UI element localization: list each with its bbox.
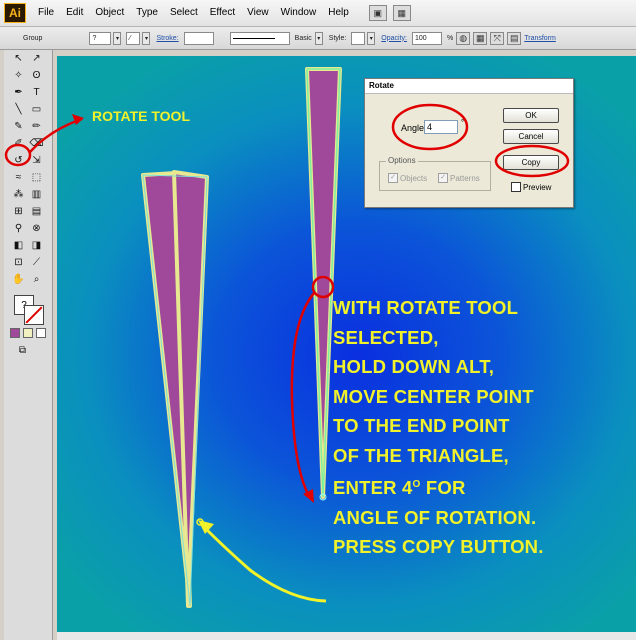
patterns-checkbox[interactable]: ✓ Patterns	[438, 173, 480, 183]
rotate-tool-arrow	[29, 114, 84, 153]
patterns-label: Patterns	[450, 173, 480, 183]
copy-button[interactable]: Copy	[503, 155, 559, 170]
rotate-tool-highlight-circle	[4, 143, 32, 167]
preview-label: Preview	[523, 182, 552, 192]
objects-label: Objects	[400, 173, 428, 183]
checkbox-check-icon: ✓	[438, 173, 448, 183]
degree-symbol: °	[461, 118, 465, 127]
triangle-endpoint-arrow	[196, 518, 327, 603]
instructions-annotation: WITH ROTATE TOOL SELECTED, HOLD DOWN ALT…	[333, 293, 636, 562]
checkbox-box	[511, 182, 521, 192]
instruction-line: MOVE CENTER POINT	[333, 385, 534, 407]
degree-superscript: O	[412, 479, 421, 490]
instruction-line: WITH ROTATE TOOL	[333, 297, 519, 318]
instruction-line: SELECTED,	[333, 326, 439, 348]
options-title: Options	[386, 156, 418, 165]
instruction-line: OF THE TRIANGLE,	[333, 444, 509, 466]
instruction-line: PRESS COPY BUTTON.	[333, 536, 544, 558]
cancel-button[interactable]: Cancel	[503, 129, 559, 144]
instruction-line: HOLD DOWN ALT,	[333, 356, 495, 377]
instruction-line-enter: ENTER 4O FOR	[333, 470, 636, 503]
rotate-dialog: Rotate Angle: 4 ° OK Cancel Copy Options…	[364, 78, 574, 208]
enter-text: ENTER 4	[333, 477, 413, 499]
instruction-line: TO THE END POINT	[333, 415, 510, 436]
ok-button[interactable]: OK	[503, 108, 559, 123]
checkbox-check-icon: ✓	[388, 173, 398, 183]
preview-checkbox[interactable]: Preview	[511, 182, 551, 192]
move-center-point-arrow	[290, 291, 316, 503]
angle-label: Angle:	[401, 123, 427, 133]
instruction-line: ANGLE OF ROTATION.	[333, 506, 537, 528]
enter-suffix: FOR	[420, 477, 466, 499]
rotated-triangle-pair[interactable]	[141, 170, 209, 608]
options-group: Options ✓ Objects ✓ Patterns	[379, 156, 491, 191]
rotate-tool-annotation: ROTATE TOOL	[92, 108, 190, 124]
objects-checkbox[interactable]: ✓ Objects	[388, 173, 427, 183]
angle-input[interactable]: 4	[424, 120, 458, 134]
dialog-title: Rotate	[365, 79, 573, 94]
